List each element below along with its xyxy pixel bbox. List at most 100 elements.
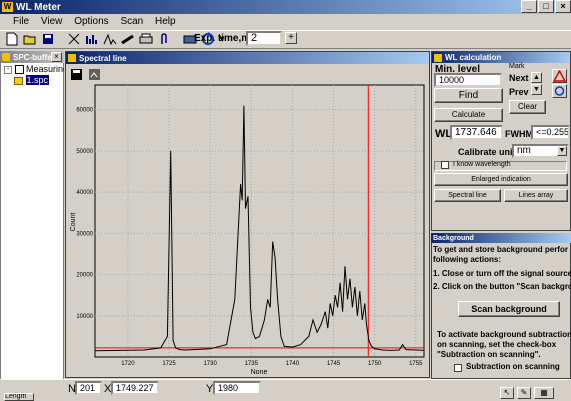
app-logo-icon: W <box>2 2 13 12</box>
menu-bar: File View Options Scan Help <box>13 16 185 30</box>
spectrum-chart[interactable]: 10000 20000 30000 40000 50000 60000 1720 1725 1… <box>67 82 429 376</box>
close-icon[interactable]: × <box>555 0 571 13</box>
menu-options[interactable]: Options <box>74 16 108 27</box>
background-step-1: 1. Close or turn off the signal source. <box>433 269 571 278</box>
tree-expand-icon[interactable]: - <box>4 65 12 74</box>
y-tick-label: 50000 <box>76 149 93 155</box>
arrow-tool-icon[interactable]: ↖ <box>500 387 514 399</box>
mark-label: Mark <box>509 63 525 70</box>
next-arrow-up-icon[interactable]: ▲ <box>531 72 542 83</box>
fwhm-value: <=0.255 <box>531 125 570 140</box>
mark-triangle-icon[interactable] <box>552 69 567 83</box>
clip-icon[interactable] <box>156 31 172 47</box>
wl-calc-icon <box>434 53 442 62</box>
pencil-tool-icon[interactable]: ✎ <box>517 387 531 399</box>
app-title-bar: W WL Meter _ □ × <box>0 0 571 14</box>
wl-calc-title-bar: WL calculation <box>432 52 570 63</box>
next-label: Next <box>509 73 529 83</box>
document-icon <box>14 65 24 75</box>
app-title: WL Meter <box>16 1 61 13</box>
bottom-tab[interactable]: Length <box>4 393 34 401</box>
tree-child-item[interactable]: 1.spc <box>14 75 50 85</box>
cut-icon[interactable] <box>66 31 82 47</box>
background-text-1: To get and store background perfor <box>433 245 568 254</box>
background-step-2: 2. Click on the button "Scan backgrou <box>433 282 571 291</box>
status-x-value[interactable]: 1749.227 <box>111 381 159 395</box>
menu-scan[interactable]: Scan <box>120 16 143 27</box>
status-y-value[interactable]: 1980 <box>213 381 261 395</box>
y-tick-label: 60000 <box>76 108 93 114</box>
minimize-icon[interactable]: _ <box>521 0 537 13</box>
background-title-bar: Background <box>431 233 571 243</box>
status-n-value[interactable]: 201 <box>75 381 102 395</box>
y-tick-label: 20000 <box>76 273 93 279</box>
background-text-4: on scanning, set the check-box <box>437 340 557 349</box>
fwhm-label: FWHM <box>505 129 533 139</box>
spectral-line-button[interactable]: Spectral line <box>434 189 501 202</box>
bottom-tools: ↖ ✎ ▦ <box>500 387 554 399</box>
x-tick-label: 1755 <box>409 361 423 367</box>
y-tick-label: 30000 <box>76 231 93 237</box>
spc-buffer-icon <box>2 53 10 61</box>
tree-child-label: 1.spc <box>25 75 50 85</box>
min-level-input[interactable]: 10000 <box>434 73 502 87</box>
spc-buffer-panel <box>0 51 64 393</box>
exp-time-plus-button[interactable]: + <box>285 32 297 44</box>
ruler-icon[interactable] <box>120 31 136 47</box>
scan-background-button[interactable]: Scan background <box>458 301 560 317</box>
wl-calc-title: WL calculation <box>445 53 502 62</box>
y-tick-label: 40000 <box>76 190 93 196</box>
calibrate-unit-value: nm <box>517 145 531 156</box>
spectral-save-icon[interactable] <box>68 66 84 82</box>
spectral-title: Spectral line <box>79 53 127 63</box>
tree-root-label: Measuring1 <box>26 64 64 74</box>
toolbar-separator <box>58 31 64 47</box>
clear-button[interactable]: Clear <box>509 100 546 114</box>
mark-circle-icon[interactable] <box>552 84 567 98</box>
printer-icon[interactable] <box>138 31 154 47</box>
menu-view[interactable]: View <box>41 16 63 27</box>
enlarged-indication-button[interactable]: Enlarged indication <box>434 173 568 186</box>
grid-tool-icon[interactable]: ▦ <box>534 387 554 399</box>
spectrum-bars-icon[interactable] <box>84 31 100 47</box>
prev-arrow-down-icon[interactable]: ▼ <box>531 84 542 95</box>
spectral-toolbar <box>68 66 104 82</box>
folder-icon <box>14 76 23 85</box>
save-icon[interactable] <box>40 31 56 47</box>
y-tick-label: 10000 <box>76 314 93 320</box>
new-file-icon[interactable] <box>4 31 20 47</box>
calculate-button[interactable]: Calculate <box>434 108 503 122</box>
spectral-title-bar: Spectral line <box>66 52 429 64</box>
y-axis-label: Count <box>70 213 77 232</box>
know-wl-checkbox[interactable] <box>441 161 449 169</box>
spectral-export-icon[interactable] <box>86 66 102 82</box>
calibrate-dropdown-icon[interactable]: ▼ <box>557 146 567 156</box>
wl-value: 1737.646 <box>450 125 503 140</box>
spc-buffer-close-icon[interactable]: × <box>51 52 62 62</box>
x-tick-label: 1720 <box>121 361 135 367</box>
menu-help[interactable]: Help <box>155 16 176 27</box>
subtraction-checkbox[interactable] <box>454 364 462 372</box>
find-button[interactable]: Find <box>434 88 503 103</box>
x-axis-label: None <box>251 369 268 376</box>
background-title: Background <box>433 234 474 242</box>
peak-icon[interactable] <box>102 31 118 47</box>
exp-time-input[interactable]: 2 <box>246 31 282 46</box>
open-folder-icon[interactable] <box>22 31 38 47</box>
x-tick-label: 1735 <box>245 361 259 367</box>
spectral-window-icon <box>68 54 76 62</box>
toolbar-separator-2 <box>174 31 180 47</box>
tree-root-item[interactable]: - Measuring1 <box>4 64 64 75</box>
maximize-icon[interactable]: □ <box>538 0 554 13</box>
lines-array-button[interactable]: Lines array <box>504 189 568 202</box>
x-tick-label: 1730 <box>203 361 217 367</box>
background-text-5: "Subtraction on scanning". <box>437 350 541 359</box>
prev-label: Prev <box>509 87 529 97</box>
calibrate-unit-label: Calibrate unit <box>458 147 516 157</box>
spc-buffer-title: SPC-buffer <box>13 52 55 62</box>
menu-file[interactable]: File <box>13 16 29 27</box>
background-instructions: To get and store background perfor follo… <box>433 245 571 292</box>
background-text-2: following actions: <box>433 255 501 264</box>
subtraction-instructions: To activate background subtraction on sc… <box>437 330 571 360</box>
x-tick-label: 1750 <box>368 361 382 367</box>
